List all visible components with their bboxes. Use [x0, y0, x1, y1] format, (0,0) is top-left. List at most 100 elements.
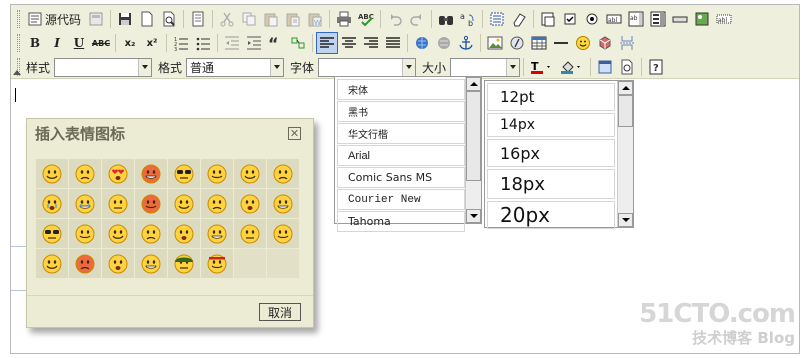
- flash-button[interactable]: [506, 32, 528, 54]
- background-color-button[interactable]: [557, 56, 587, 78]
- hidden-field-button[interactable]: abl: [713, 8, 735, 30]
- unlink-button[interactable]: [433, 32, 455, 54]
- toolbar-grip[interactable]: [17, 10, 20, 28]
- source-button[interactable]: 源代码: [24, 8, 85, 30]
- format-combo[interactable]: 普通: [186, 57, 285, 77]
- paste-text-button[interactable]: [282, 8, 304, 30]
- font-combo[interactable]: [318, 57, 417, 77]
- select-all-button[interactable]: [486, 8, 508, 30]
- about-button[interactable]: ?: [645, 56, 667, 78]
- emoticon-laughing[interactable]: [102, 219, 134, 248]
- emoticon-furious[interactable]: [69, 249, 101, 278]
- emoticon-thinking[interactable]: [135, 219, 167, 248]
- textfield-button[interactable]: abl: [603, 8, 625, 30]
- horizontal-rule-button[interactable]: [550, 32, 572, 54]
- redo-button[interactable]: [406, 8, 428, 30]
- anchor-button[interactable]: [455, 32, 477, 54]
- emoticon-grinning[interactable]: [201, 189, 233, 218]
- emoticon-headband[interactable]: [201, 249, 233, 278]
- templates-button[interactable]: [187, 8, 209, 30]
- undo-button[interactable]: [384, 8, 406, 30]
- emoticon-embarrassed[interactable]: [102, 189, 134, 218]
- emoticon-worried[interactable]: [267, 189, 299, 218]
- document-properties-button[interactable]: [85, 8, 107, 30]
- align-center-button[interactable]: [338, 32, 360, 54]
- save-button[interactable]: [114, 8, 136, 30]
- font-option[interactable]: 黑书: [337, 101, 465, 122]
- find-button[interactable]: [435, 8, 457, 30]
- font-option[interactable]: 华文行楷: [337, 123, 465, 144]
- scroll-thumb[interactable]: [618, 95, 633, 127]
- outdent-button[interactable]: [221, 32, 243, 54]
- font-size-option[interactable]: 18px: [487, 169, 615, 199]
- ordered-list-button[interactable]: 123: [170, 32, 192, 54]
- paste-button[interactable]: [260, 8, 282, 30]
- font-size-option[interactable]: 12pt: [487, 83, 615, 111]
- emoticon-happy[interactable]: [168, 219, 200, 248]
- paste-word-button[interactable]: W: [304, 8, 326, 30]
- checkbox-button[interactable]: [559, 8, 581, 30]
- emoticon-smile[interactable]: [36, 159, 68, 188]
- radio-button[interactable]: [581, 8, 603, 30]
- font-option[interactable]: Courier New: [337, 189, 465, 210]
- print-button[interactable]: [333, 8, 355, 30]
- table-button[interactable]: [528, 32, 550, 54]
- scroll-up-button[interactable]: [466, 77, 481, 91]
- emoticon-cool-glasses[interactable]: [168, 159, 200, 188]
- font-size-option[interactable]: 14px: [487, 113, 615, 137]
- smiley-button[interactable]: [572, 32, 594, 54]
- show-blocks-button[interactable]: [616, 56, 638, 78]
- emoticon-big-grin[interactable]: [135, 249, 167, 278]
- align-justify-button[interactable]: [382, 32, 404, 54]
- form-button[interactable]: [537, 8, 559, 30]
- text-color-button[interactable]: T: [527, 56, 557, 78]
- link-button[interactable]: [411, 32, 433, 54]
- style-combo[interactable]: [54, 57, 153, 77]
- emoticon-sweating[interactable]: [69, 219, 101, 248]
- emoticon-puzzled[interactable]: [234, 219, 266, 248]
- emoticon-dizzy[interactable]: [36, 249, 68, 278]
- unordered-list-button[interactable]: [192, 32, 214, 54]
- emoticon-confused[interactable]: [234, 189, 266, 218]
- maximize-button[interactable]: [594, 56, 616, 78]
- bold-button[interactable]: B: [24, 32, 46, 54]
- select-button[interactable]: [647, 8, 669, 30]
- image-button[interactable]: [484, 32, 506, 54]
- emoticon-sad[interactable]: [69, 159, 101, 188]
- emoticon-cool-sunglasses[interactable]: [36, 219, 68, 248]
- spellcheck-button[interactable]: ABC: [355, 8, 377, 30]
- new-page-button[interactable]: [136, 8, 158, 30]
- superscript-button[interactable]: x²: [141, 32, 163, 54]
- blockquote-button[interactable]: “: [265, 32, 287, 54]
- font-option[interactable]: 宋体: [337, 79, 465, 100]
- div-button[interactable]: [287, 32, 309, 54]
- page-break-button[interactable]: [616, 32, 638, 54]
- emoticon-love[interactable]: [102, 159, 134, 188]
- cancel-button[interactable]: 取消: [259, 303, 301, 321]
- size-combo[interactable]: [450, 57, 521, 77]
- align-left-button[interactable]: [316, 32, 338, 54]
- emoticon-wink[interactable]: [102, 249, 134, 278]
- special-char-button[interactable]: [594, 32, 616, 54]
- subscript-button[interactable]: x₂: [119, 32, 141, 54]
- font-size-option[interactable]: 20px: [487, 201, 615, 229]
- strike-button[interactable]: ABC: [90, 32, 112, 54]
- cut-button[interactable]: [216, 8, 238, 30]
- emoticon-shocked[interactable]: [267, 159, 299, 188]
- scroll-down-button[interactable]: [466, 209, 481, 223]
- emoticon-grimace[interactable]: [234, 159, 266, 188]
- font-option[interactable]: Comic Sans MS: [337, 167, 465, 188]
- align-right-button[interactable]: [360, 32, 382, 54]
- emoticon-teary[interactable]: [69, 189, 101, 218]
- emoticon-surprised[interactable]: [201, 159, 233, 188]
- underline-button[interactable]: U: [68, 32, 90, 54]
- emoticon-angry-steam[interactable]: [135, 159, 167, 188]
- emoticon-crying[interactable]: [36, 189, 68, 218]
- emoticon-army-helmet[interactable]: [168, 249, 200, 278]
- emoticon-mad-red[interactable]: [135, 189, 167, 218]
- font-option[interactable]: Tahoma: [337, 211, 465, 232]
- close-button[interactable]: ✕: [288, 127, 301, 140]
- size-list-scrollbar[interactable]: [617, 81, 633, 227]
- copy-button[interactable]: [238, 8, 260, 30]
- replace-button[interactable]: ab: [457, 8, 479, 30]
